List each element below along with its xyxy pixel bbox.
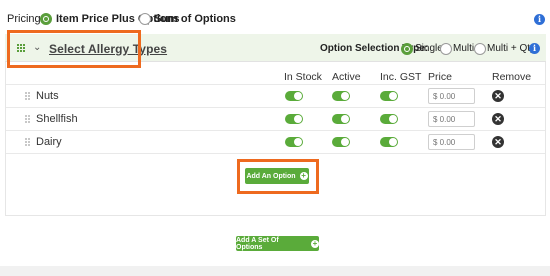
title-highlight-box [7, 30, 141, 68]
selection-multi-label[interactable]: Multi [453, 43, 474, 54]
selection-single-label[interactable]: Single [415, 43, 443, 54]
pricing-item-plus-options-radio[interactable] [40, 13, 52, 25]
price-input[interactable] [428, 111, 475, 127]
selection-multi-qty-label[interactable]: Multi + Qty [487, 43, 535, 54]
active-toggle[interactable] [332, 91, 350, 101]
row-divider [6, 153, 545, 154]
remove-icon[interactable]: ✕ [492, 136, 504, 148]
selection-multi-qty-radio[interactable] [474, 43, 486, 55]
drag-handle-icon[interactable] [25, 138, 30, 146]
add-option-highlight-box [237, 159, 319, 194]
selection-multi-radio[interactable] [440, 43, 452, 55]
active-toggle[interactable] [332, 137, 350, 147]
row-divider [6, 107, 545, 108]
selection-info-icon[interactable]: i [529, 43, 540, 54]
col-remove: Remove [492, 71, 532, 83]
inc-gst-toggle[interactable] [380, 114, 398, 124]
pricing-label: Pricing: [7, 13, 44, 25]
selection-single-radio[interactable] [401, 43, 413, 55]
footer-bar [0, 266, 550, 276]
pricing-sum-of-options-label[interactable]: Sum of Options [154, 13, 236, 25]
pricing-sum-of-options-radio[interactable] [139, 13, 151, 25]
in-stock-toggle[interactable] [285, 114, 303, 124]
option-name: Dairy [36, 136, 62, 148]
plus-icon: + [311, 238, 319, 248]
inc-gst-toggle[interactable] [380, 91, 398, 101]
pricing-info-icon[interactable]: i [534, 14, 545, 25]
inc-gst-toggle[interactable] [380, 137, 398, 147]
col-active: Active [332, 71, 361, 83]
col-in-stock: In Stock [284, 71, 322, 83]
drag-handle-icon[interactable] [25, 115, 30, 123]
option-name: Nuts [36, 90, 59, 102]
remove-icon[interactable]: ✕ [492, 113, 504, 125]
price-input[interactable] [428, 88, 475, 104]
header-divider [6, 84, 545, 85]
in-stock-toggle[interactable] [285, 137, 303, 147]
col-inc-gst: Inc. GST [380, 71, 422, 83]
add-set-button[interactable]: Add A Set Of Options + [236, 236, 319, 251]
drag-handle-icon[interactable] [25, 92, 30, 100]
option-name: Shellfish [36, 113, 78, 125]
remove-icon[interactable]: ✕ [492, 90, 504, 102]
price-input[interactable] [428, 134, 475, 150]
add-set-label: Add A Set Of Options [236, 236, 279, 251]
in-stock-toggle[interactable] [285, 91, 303, 101]
col-price: Price [428, 71, 452, 83]
row-divider [6, 130, 545, 131]
active-toggle[interactable] [332, 114, 350, 124]
